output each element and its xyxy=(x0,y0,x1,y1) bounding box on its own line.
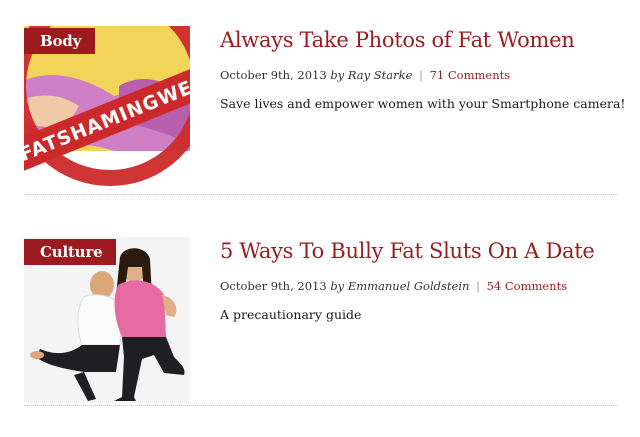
post-meta: October 9th, 2013 by Emmanuel Goldstein … xyxy=(220,279,620,293)
post-feed: FATSHAMINGWEEK Body Always Take Photos o… xyxy=(0,0,640,437)
author-link[interactable]: Emmanuel Goldstein xyxy=(348,279,470,293)
author-link[interactable]: Ray Starke xyxy=(348,68,413,82)
post-excerpt: Save lives and empower women with your S… xyxy=(220,96,626,111)
post-content: Always Take Photos of Fat Women October … xyxy=(220,26,626,112)
category-badge[interactable]: Culture xyxy=(24,239,117,265)
category-badge[interactable]: Body xyxy=(24,28,96,54)
post-item: FATSHAMINGWEEK Body Always Take Photos o… xyxy=(24,26,626,195)
meta-separator: | xyxy=(419,68,423,82)
post-title-link[interactable]: Always Take Photos of Fat Women xyxy=(220,26,620,52)
byline-prefix: by xyxy=(330,279,345,293)
byline-prefix: by xyxy=(330,68,345,82)
post-date: October 9th, 2013 xyxy=(220,279,327,293)
post-meta: October 9th, 2013 by Ray Starke | 71 Com… xyxy=(220,68,620,82)
post-content: 5 Ways To Bully Fat Sluts On A Date Octo… xyxy=(220,237,620,323)
post-item: Culture 5 Ways To Bully Fat Sluts On A D… xyxy=(24,237,618,406)
comments-link[interactable]: 71 Comments xyxy=(430,68,511,82)
meta-separator: | xyxy=(476,279,480,293)
post-excerpt: A precautionary guide xyxy=(220,307,362,322)
post-date: October 9th, 2013 xyxy=(220,68,327,82)
comments-link[interactable]: 54 Comments xyxy=(487,279,568,293)
post-title-link[interactable]: 5 Ways To Bully Fat Sluts On A Date xyxy=(220,237,620,263)
